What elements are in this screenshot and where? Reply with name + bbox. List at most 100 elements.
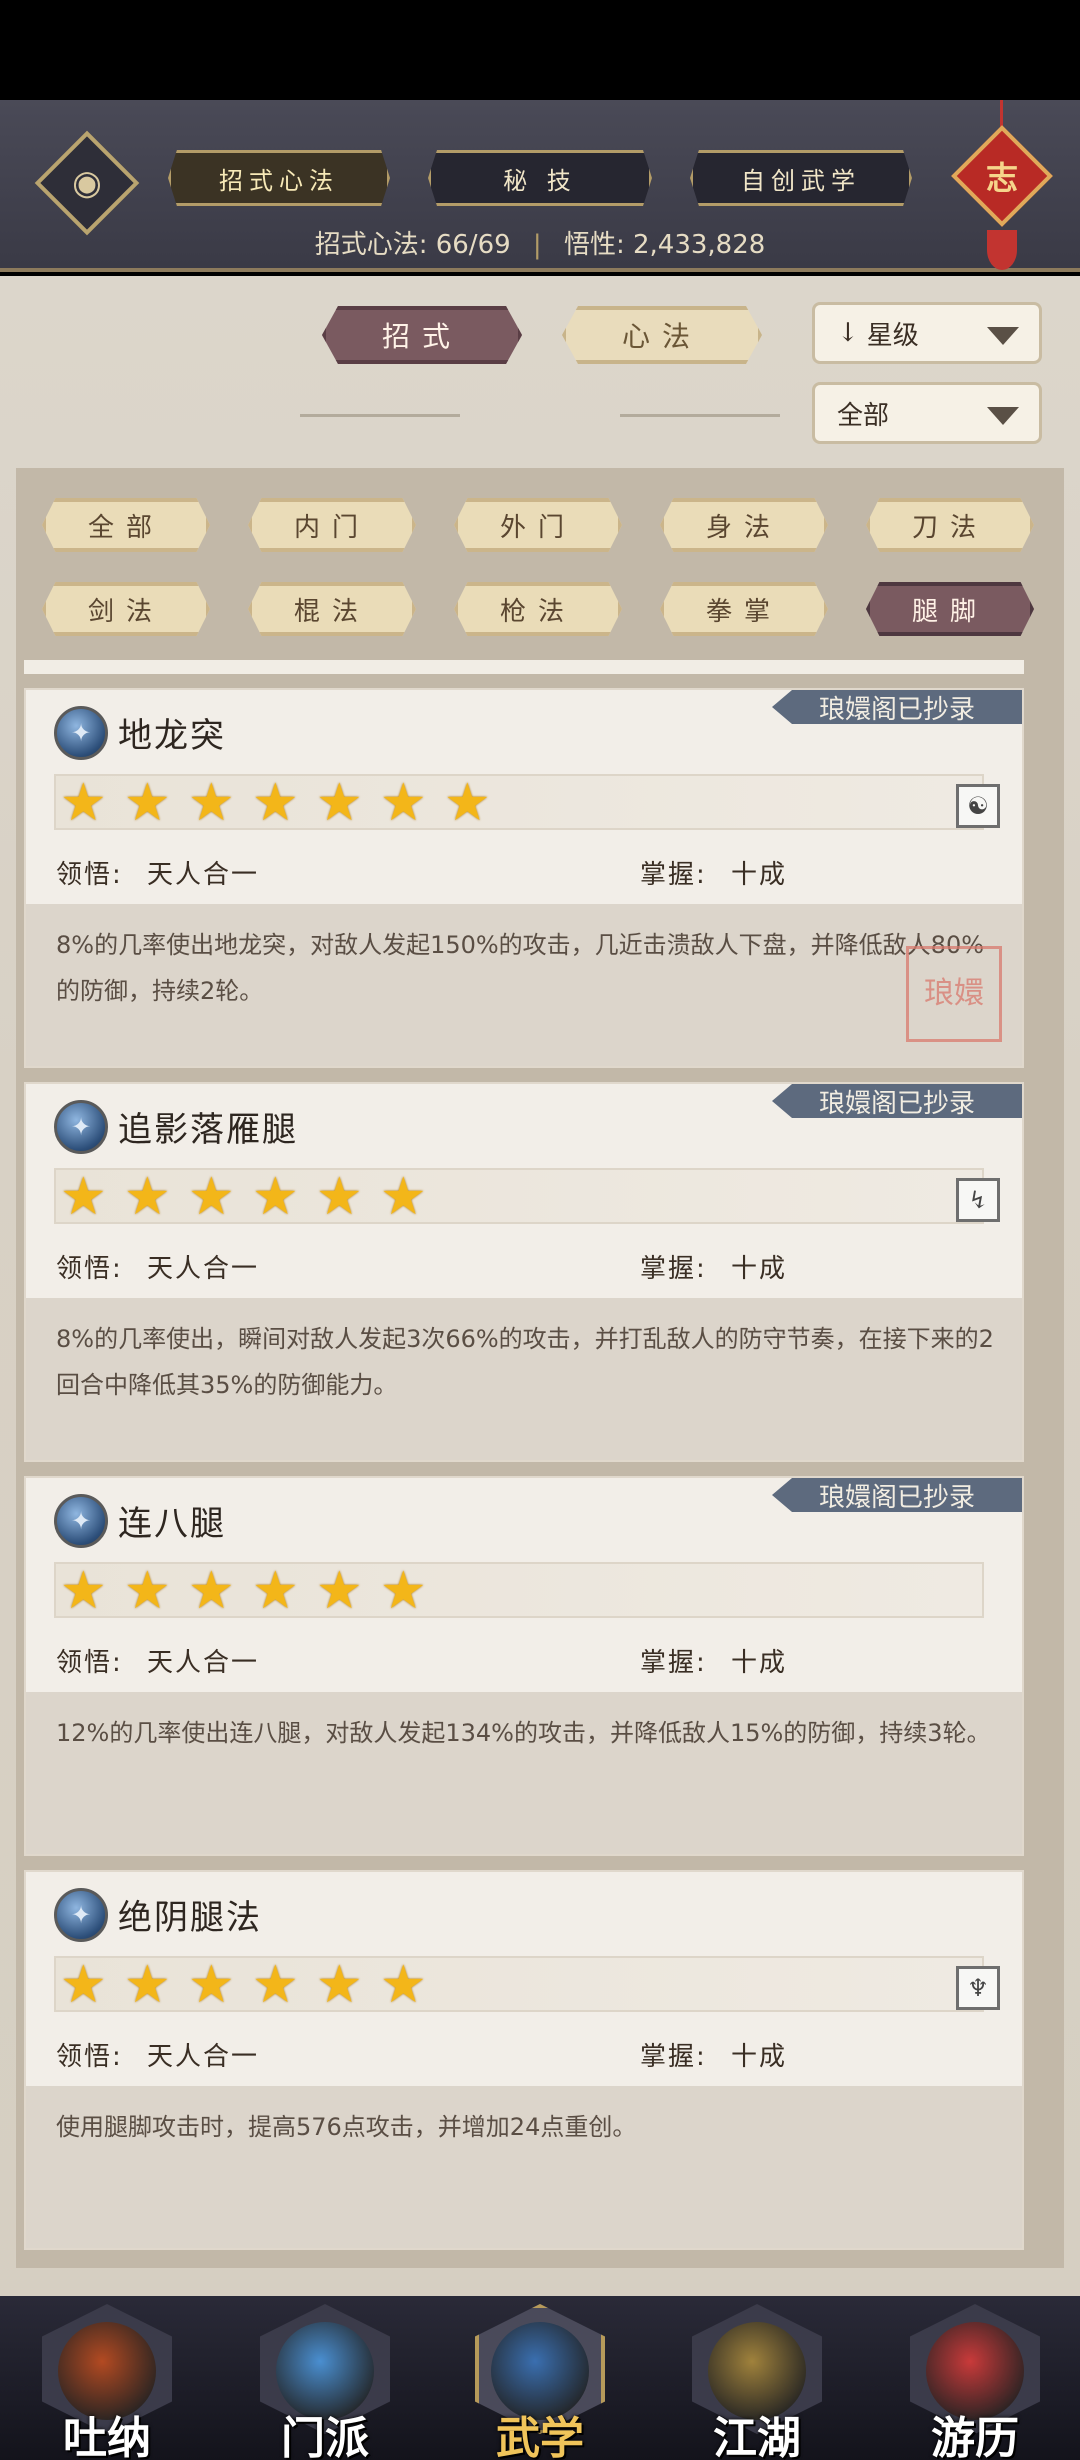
filter-spear[interactable]: 枪法 [454,582,622,636]
skill-description: 8%的几率使出，瞬间对敌人发起3次66%的攻击，并打乱敌人的防守节奏，在接下来的… [26,1298,1022,1460]
nav-travel[interactable]: 游历 [890,2304,1060,2460]
filter-inner[interactable]: 内门 [248,498,416,552]
filter-value: 全部 [837,400,890,431]
comprehension-row: 领悟: 天人合一 [56,1648,260,1678]
skill-icon: ✦ [54,1888,108,1942]
claw-icon[interactable]: ♆ [956,1966,1000,2010]
seal-stamp: 琅嬛 [906,946,1002,1042]
nav-martial-arts[interactable]: 武学 [455,2304,625,2460]
main-content: 招式 心法 ↓ 星级 全部 全部 内门 外门 身法 刀法 剑法 棍法 枪法 拳掌… [0,276,1080,2316]
star-icon: ★ [188,773,235,833]
skill-description: 使用腿脚攻击时，提高576点攻击，并增加24点重创。 [26,2086,1022,2248]
star-icon: ★ [188,1167,235,1227]
star-icon: ★ [380,1955,427,2015]
mastery-row: 掌握: 十成 [640,2042,788,2072]
bottom-nav: 吐纳 门派 武学 江湖 游历 [0,2296,1080,2460]
nav-label: 武学 [496,2413,584,2460]
star-icon: ★ [252,1561,299,1621]
star-rating: ★ ★ ★ ★ ★ ★ [54,1168,984,1224]
skill-name: 地龙突 [118,716,226,756]
filter-blade[interactable]: 刀法 [866,498,1034,552]
copied-badge: 琅嬛阁已抄录 [772,1084,1022,1118]
nav-breathing[interactable]: 吐纳 [22,2304,192,2460]
ambition-charm-button[interactable]: 志 [951,125,1053,227]
comprehension-value: 天人合一 [147,2042,260,2072]
comprehension-row: 领悟: 天人合一 [56,2042,260,2072]
filter-fist[interactable]: 拳掌 [660,582,828,636]
copied-badge: 琅嬛阁已抄录 [772,690,1022,724]
star-icon: ★ [60,1561,107,1621]
comprehension-value: 天人合一 [147,1648,260,1678]
star-icon: ★ [316,773,363,833]
skill-icon: ✦ [54,1100,108,1154]
mastery-row: 掌握: 十成 [640,860,788,890]
sort-value: 星级 [866,320,919,351]
mastery-value: 十成 [731,1648,788,1678]
star-icon: ★ [380,773,427,833]
insight-value: 2,433,828 [632,230,766,260]
filter-dropdown[interactable]: 全部 [812,382,1042,444]
skill-icon: ✦ [54,706,108,760]
category-tab-methods[interactable]: 心法 [562,306,762,364]
mastery-row: 掌握: 十成 [640,1254,788,1284]
skill-icon: ✦ [54,1494,108,1548]
skill-card[interactable]: 琅嬛阁已抄录 ✦ 地龙突 ★ ★ ★ ★ ★ ★ ★ ☯ 领悟: 天人合一 掌握: 十成 8… [24,688,1024,1068]
category-tab-moves[interactable]: 招式 [322,306,522,364]
star-icon: ★ [444,773,491,833]
skill-description: 12%的几率使出连八腿，对敌人发起134%的攻击，并降低敌人15%的防御，持续3… [26,1692,1022,1854]
star-icon: ★ [188,1561,235,1621]
scroll-icon[interactable]: ☯ [956,784,1000,828]
chevron-down-icon [987,327,1019,345]
mastery-value: 十成 [731,860,788,890]
comprehension-value: 天人合一 [147,1254,260,1284]
filter-sword[interactable]: 剑法 [42,582,210,636]
skill-description: 8%的几率使出地龙突，对敌人发起150%的攻击，几近击溃敌人下盘，并降低敌人80… [26,904,1022,1066]
tab-skills-methods[interactable]: 招式心法 [168,150,390,206]
decorative-line-right [620,414,780,417]
star-icon: ★ [252,1167,299,1227]
view-toggle-button[interactable]: ◉ [34,130,140,236]
skill-panel: 全部 内门 外门 身法 刀法 剑法 棍法 枪法 拳掌 腿脚 琅嬛阁已抄录 ✦ 地… [16,468,1064,2268]
filter-leg[interactable]: 腿脚 [866,582,1034,636]
star-icon: ★ [124,1167,171,1227]
nav-label: 门派 [281,2413,369,2460]
list-top-edge [24,660,1024,674]
star-icon: ★ [316,1167,363,1227]
star-icon: ★ [316,1955,363,2015]
star-icon: ★ [252,773,299,833]
star-icon: ★ [60,773,107,833]
nav-jianghu[interactable]: 江湖 [672,2304,842,2460]
filter-all[interactable]: 全部 [42,498,210,552]
star-icon: ★ [60,1955,107,2015]
mastery-row: 掌握: 十成 [640,1648,788,1678]
filter-outer[interactable]: 外门 [454,498,622,552]
chevron-down-icon [987,407,1019,425]
top-header: ◉ 招式心法 秘 技 自创武学 志 招式心法: 66/69 | 悟性: 2,43… [0,100,1080,272]
eye-icon: ◉ [72,163,102,203]
star-icon: ★ [60,1167,107,1227]
nav-label: 吐纳 [63,2413,151,2460]
filter-staff[interactable]: 棍法 [248,582,416,636]
star-icon: ★ [124,773,171,833]
sort-arrow-icon: ↓ [837,318,859,348]
star-icon: ★ [316,1561,363,1621]
skill-card[interactable]: ✦ 绝阴腿法 ★ ★ ★ ★ ★ ★ ♆ 领悟: 天人合一 掌握: 十成 使用腿脚攻击时，… [24,1870,1024,2250]
tab-secret-arts[interactable]: 秘 技 [428,150,652,206]
decorative-line-left [300,414,460,417]
mastery-value: 十成 [731,1254,788,1284]
copied-badge: 琅嬛阁已抄录 [772,1478,1022,1512]
skill-card[interactable]: 琅嬛阁已抄录 ✦ 连八腿 ★ ★ ★ ★ ★ ★ 领悟: 天人合一 掌握: 十成 12%的… [24,1476,1024,1856]
tab-self-created[interactable]: 自创武学 [690,150,912,206]
skill-card[interactable]: 琅嬛阁已抄录 ✦ 追影落雁腿 ★ ★ ★ ★ ★ ★ ↯ 领悟: 天人合一 掌握: 十成 … [24,1082,1024,1462]
insight-label: 悟性: [563,230,625,260]
kick-icon[interactable]: ↯ [956,1178,1000,1222]
star-rating: ★ ★ ★ ★ ★ ★ [54,1956,984,2012]
star-rating: ★ ★ ★ ★ ★ ★ ★ [54,774,984,830]
star-icon: ★ [124,1561,171,1621]
sort-dropdown[interactable]: ↓ 星级 [812,302,1042,364]
nav-sect[interactable]: 门派 [240,2304,410,2460]
collected-label: 招式心法: [314,230,428,260]
status-bar [0,0,1080,100]
filter-movement[interactable]: 身法 [660,498,828,552]
star-icon: ★ [252,1955,299,2015]
